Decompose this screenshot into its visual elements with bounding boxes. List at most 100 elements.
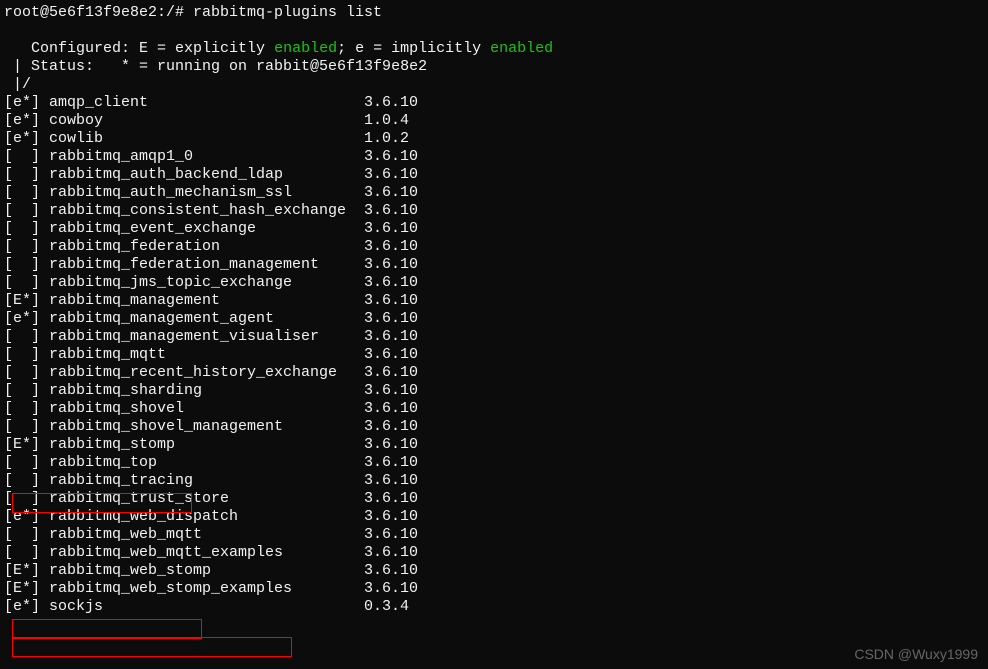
plugin-version: 3.6.10 (364, 274, 418, 292)
plugin-name: cowlib (49, 130, 364, 148)
enabled-word: enabled (490, 40, 553, 57)
plugin-status: [ ] (4, 220, 49, 238)
divider-line: |/ (4, 76, 984, 94)
plugin-name: rabbitmq_auth_backend_ldap (49, 166, 364, 184)
plugin-name: rabbitmq_web_mqtt_examples (49, 544, 364, 562)
plugin-status: [e*] (4, 94, 49, 112)
plugin-row: [ ] rabbitmq_shovel_management 3.6.10 (4, 418, 984, 436)
plugin-row: [e*] amqp_client 3.6.10 (4, 94, 984, 112)
plugin-status: [e*] (4, 310, 49, 328)
plugin-version: 3.6.10 (364, 94, 418, 112)
plugin-version: 1.0.4 (364, 112, 409, 130)
watermark: CSDN @Wuxy1999 (854, 646, 978, 663)
plugin-row: [ ] rabbitmq_auth_backend_ldap 3.6.10 (4, 166, 984, 184)
plugin-row: [e*] cowboy 1.0.4 (4, 112, 984, 130)
plugin-row: [ ] rabbitmq_consistent_hash_exchange 3.… (4, 202, 984, 220)
plugin-version: 3.6.10 (364, 544, 418, 562)
plugin-row: [e*] cowlib 1.0.2 (4, 130, 984, 148)
plugin-name: cowboy (49, 112, 364, 130)
plugin-name: rabbitmq_federation_management (49, 256, 364, 274)
plugin-row: [ ] rabbitmq_top 3.6.10 (4, 454, 984, 472)
plugin-row: [ ] rabbitmq_shovel 3.6.10 (4, 400, 984, 418)
plugin-version: 3.6.10 (364, 562, 418, 580)
plugin-version: 3.6.10 (364, 166, 418, 184)
plugin-name: rabbitmq_web_stomp (49, 562, 364, 580)
plugin-version: 3.6.10 (364, 436, 418, 454)
plugin-version: 0.3.4 (364, 598, 409, 616)
plugin-version: 3.6.10 (364, 400, 418, 418)
plugin-status: [E*] (4, 292, 49, 310)
plugin-status: [e*] (4, 112, 49, 130)
plugin-status: [ ] (4, 364, 49, 382)
plugin-status: [e*] (4, 130, 49, 148)
plugin-row: [ ] rabbitmq_web_mqtt_examples 3.6.10 (4, 544, 984, 562)
plugin-name: rabbitmq_management (49, 292, 364, 310)
plugin-version: 3.6.10 (364, 490, 418, 508)
plugin-list: [e*] amqp_client 3.6.10[e*] cowboy 1.0.4… (4, 94, 984, 616)
command-prompt: root@5e6f13f9e8e2:/# rabbitmq-plugins li… (4, 4, 984, 22)
plugin-name: rabbitmq_jms_topic_exchange (49, 274, 364, 292)
plugin-version: 3.6.10 (364, 580, 418, 598)
status-line: | Status: * = running on rabbit@5e6f13f9… (4, 58, 984, 76)
highlight-box (12, 637, 292, 657)
plugin-status: [ ] (4, 328, 49, 346)
plugin-row: [E*] rabbitmq_management 3.6.10 (4, 292, 984, 310)
plugin-version: 3.6.10 (364, 310, 418, 328)
plugin-status: [ ] (4, 184, 49, 202)
plugin-version: 1.0.2 (364, 130, 409, 148)
config-prefix: Configured: E = explicitly (22, 40, 274, 57)
plugin-name: rabbitmq_web_mqtt (49, 526, 364, 544)
plugin-version: 3.6.10 (364, 202, 418, 220)
plugin-status: [ ] (4, 472, 49, 490)
plugin-status: [e*] (4, 598, 49, 616)
plugin-row: [E*] rabbitmq_stomp 3.6.10 (4, 436, 984, 454)
plugin-version: 3.6.10 (364, 382, 418, 400)
plugin-version: 3.6.10 (364, 364, 418, 382)
plugin-status: [ ] (4, 166, 49, 184)
plugin-status: [ ] (4, 256, 49, 274)
plugin-version: 3.6.10 (364, 328, 418, 346)
plugin-name: rabbitmq_consistent_hash_exchange (49, 202, 364, 220)
plugin-row: [E*] rabbitmq_web_stomp 3.6.10 (4, 562, 984, 580)
plugin-status: [E*] (4, 436, 49, 454)
plugin-row: [ ] rabbitmq_federation_management 3.6.1… (4, 256, 984, 274)
plugin-name: rabbitmq_web_stomp_examples (49, 580, 364, 598)
plugin-version: 3.6.10 (364, 292, 418, 310)
plugin-name: rabbitmq_management_agent (49, 310, 364, 328)
plugin-status: [ ] (4, 202, 49, 220)
plugin-status: [ ] (4, 346, 49, 364)
plugin-status: [E*] (4, 580, 49, 598)
plugin-name: rabbitmq_tracing (49, 472, 364, 490)
plugin-row: [ ] rabbitmq_management_visualiser 3.6.1… (4, 328, 984, 346)
plugin-status: [ ] (4, 544, 49, 562)
plugin-status: [ ] (4, 382, 49, 400)
plugin-name: rabbitmq_stomp (49, 436, 364, 454)
plugin-status: [E*] (4, 562, 49, 580)
plugin-row: [ ] rabbitmq_jms_topic_exchange 3.6.10 (4, 274, 984, 292)
plugin-row: [ ] rabbitmq_mqtt 3.6.10 (4, 346, 984, 364)
plugin-version: 3.6.10 (364, 238, 418, 256)
plugin-row: [ ] rabbitmq_web_mqtt 3.6.10 (4, 526, 984, 544)
plugin-status: [ ] (4, 490, 49, 508)
plugin-status: [ ] (4, 238, 49, 256)
plugin-status: [ ] (4, 418, 49, 436)
plugin-row: [ ] rabbitmq_tracing 3.6.10 (4, 472, 984, 490)
plugin-name: rabbitmq_trust_store (49, 490, 364, 508)
plugin-name: rabbitmq_shovel (49, 400, 364, 418)
plugin-version: 3.6.10 (364, 220, 418, 238)
plugin-version: 3.6.10 (364, 256, 418, 274)
enabled-word: enabled (274, 40, 337, 57)
plugin-status: [ ] (4, 526, 49, 544)
plugin-row: [e*] sockjs 0.3.4 (4, 598, 984, 616)
plugin-row: [e*] rabbitmq_web_dispatch 3.6.10 (4, 508, 984, 526)
plugin-version: 3.6.10 (364, 454, 418, 472)
plugin-name: sockjs (49, 598, 364, 616)
highlight-box (12, 619, 202, 639)
plugin-name: rabbitmq_top (49, 454, 364, 472)
plugin-name: rabbitmq_amqp1_0 (49, 148, 364, 166)
config-line: Configured: E = explicitly enabled; e = … (4, 22, 984, 58)
plugin-version: 3.6.10 (364, 472, 418, 490)
plugin-row: [ ] rabbitmq_auth_mechanism_ssl 3.6.10 (4, 184, 984, 202)
plugin-name: rabbitmq_auth_mechanism_ssl (49, 184, 364, 202)
plugin-status: [ ] (4, 148, 49, 166)
